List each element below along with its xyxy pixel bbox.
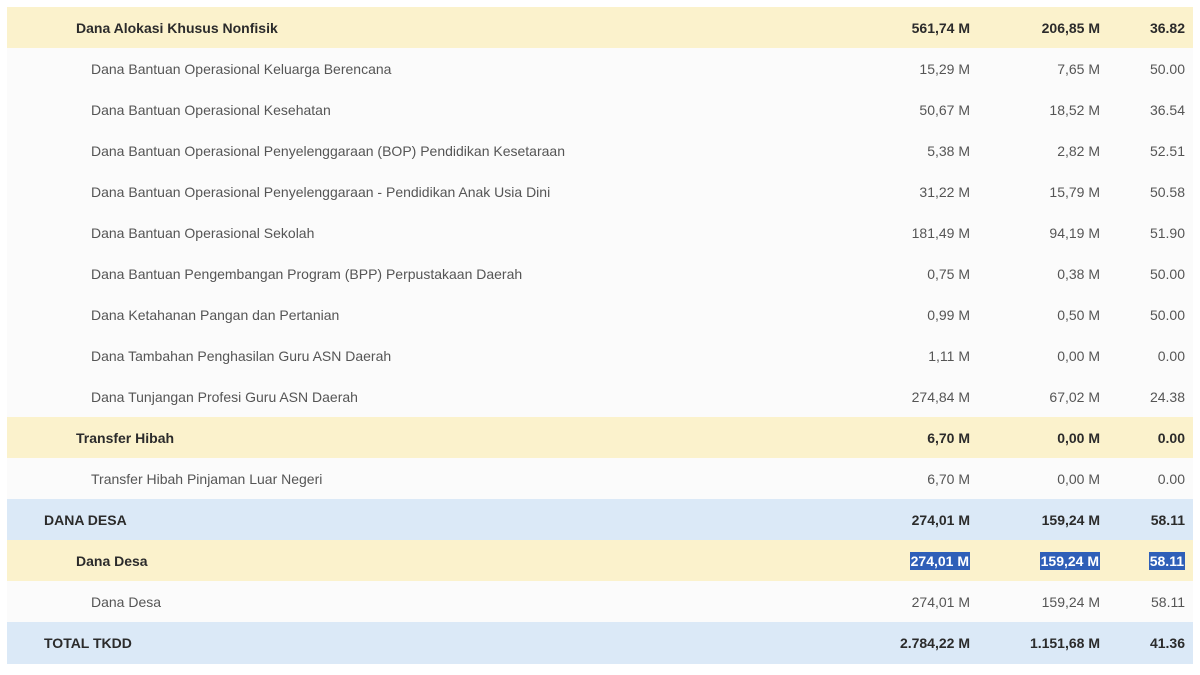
- table-row[interactable]: Dana Desa 274,01 M 159,24 M 58.11: [7, 540, 1193, 581]
- row-pagu: 181,49 M: [911, 224, 970, 241]
- row-pagu: 1,11 M: [928, 347, 970, 364]
- table-row[interactable]: Dana Tambahan Penghasilan Guru ASN Daera…: [7, 335, 1193, 376]
- row-pagu: 0,99 M: [927, 306, 970, 323]
- table-row[interactable]: Transfer Hibah Pinjaman Luar Negeri 6,70…: [7, 458, 1193, 499]
- row-persen: 58.11: [1151, 593, 1185, 610]
- row-realisasi: 0,00 M: [1057, 347, 1100, 364]
- row-persen: 36.54: [1149, 101, 1185, 118]
- table-row[interactable]: Dana Tunjangan Profesi Guru ASN Daerah 2…: [7, 376, 1193, 417]
- row-persen: 50.58: [1149, 183, 1185, 200]
- table-row[interactable]: Dana Bantuan Operasional Kesehatan 50,67…: [7, 89, 1193, 130]
- row-persen: 58.11: [1150, 511, 1185, 528]
- row-name: Dana Bantuan Operasional Penyelenggaraan…: [91, 183, 551, 200]
- row-name: DANA DESA: [44, 511, 127, 528]
- table-row[interactable]: Dana Desa 274,01 M 159,24 M 58.11: [7, 581, 1193, 622]
- table-row[interactable]: Dana Bantuan Operasional Keluarga Berenc…: [7, 48, 1193, 89]
- row-persen: 41.36: [1149, 635, 1185, 651]
- row-persen: 0.00: [1157, 347, 1185, 364]
- row-pagu: 274,01 M: [911, 511, 970, 528]
- row-realisasi: 0,38 M: [1057, 265, 1100, 282]
- row-realisasi: 18,52 M: [1049, 101, 1100, 118]
- row-realisasi: 67,02 M: [1049, 388, 1100, 405]
- row-realisasi: 159,24 M: [1041, 593, 1100, 610]
- row-pagu: 31,22 M: [919, 183, 970, 200]
- row-realisasi: 159,24 M: [1041, 511, 1100, 528]
- row-pagu: 6,70 M: [927, 429, 970, 446]
- row-persen: 51.90: [1149, 224, 1185, 241]
- row-name: Dana Alokasi Khusus Nonfisik: [76, 19, 278, 36]
- row-name: Dana Bantuan Pengembangan Program (BPP) …: [91, 265, 523, 282]
- row-persen: 24.38: [1149, 388, 1185, 405]
- tkdd-table: Dana Alokasi Khusus Nonfisik 561,74 M 20…: [7, 7, 1193, 664]
- row-pagu: 6,70 M: [927, 470, 970, 487]
- row-realisasi: 15,79 M: [1049, 183, 1100, 200]
- row-name: Transfer Hibah: [76, 429, 175, 446]
- table-row[interactable]: Dana Bantuan Pengembangan Program (BPP) …: [7, 253, 1193, 294]
- row-name: Dana Bantuan Operasional Keluarga Berenc…: [91, 60, 392, 77]
- row-persen: 52.51: [1149, 142, 1185, 159]
- row-persen: 50.00: [1149, 306, 1185, 323]
- row-pagu: 5,38 M: [927, 142, 970, 159]
- table-row[interactable]: DANA DESA 274,01 M 159,24 M 58.11: [7, 499, 1193, 540]
- row-persen: 0.00: [1157, 470, 1185, 487]
- row-name: Dana Desa: [91, 593, 162, 610]
- table-row[interactable]: Dana Alokasi Khusus Nonfisik 561,74 M 20…: [7, 7, 1193, 48]
- table-row[interactable]: Transfer Hibah 6,70 M 0,00 M 0.00: [7, 417, 1193, 458]
- row-persen: 36.82: [1149, 19, 1185, 36]
- table-row[interactable]: TOTAL TKDD 2.784,22 M 1.151,68 M 41.36: [7, 622, 1193, 664]
- row-pagu: 561,74 M: [911, 19, 970, 36]
- row-persen-cell: 58.11: [1105, 540, 1185, 581]
- row-persen: 50.00: [1149, 265, 1185, 282]
- row-pagu: 2.784,22 M: [899, 635, 970, 651]
- row-name: TOTAL TKDD: [44, 635, 132, 651]
- row-name: Dana Bantuan Operasional Kesehatan: [91, 101, 331, 118]
- row-name: Dana Desa: [76, 552, 148, 569]
- table-row[interactable]: Dana Bantuan Operasional Penyelenggaraan…: [7, 130, 1193, 171]
- row-realisasi: 94,19 M: [1049, 224, 1100, 241]
- row-persen: 50.00: [1149, 60, 1185, 77]
- row-realisasi: 0,00 M: [1057, 429, 1100, 446]
- row-pagu-selected[interactable]: 274,01 M: [909, 551, 970, 570]
- row-realisasi: 206,85 M: [1041, 19, 1100, 36]
- row-name: Dana Bantuan Operasional Sekolah: [91, 224, 315, 241]
- row-realisasi: 7,65 M: [1057, 60, 1100, 77]
- table-row[interactable]: Dana Bantuan Operasional Penyelenggaraan…: [7, 171, 1193, 212]
- row-name: Dana Bantuan Operasional Penyelenggaraan…: [91, 142, 565, 159]
- row-pagu-cell: 274,01 M: [770, 540, 970, 581]
- row-persen: 0.00: [1157, 429, 1185, 446]
- row-name: Dana Tunjangan Profesi Guru ASN Daerah: [91, 388, 358, 405]
- table-row[interactable]: Dana Bantuan Operasional Sekolah 181,49 …: [7, 212, 1193, 253]
- table-row[interactable]: Dana Ketahanan Pangan dan Pertanian 0,99…: [7, 294, 1193, 335]
- row-realisasi: 0,00 M: [1057, 470, 1100, 487]
- row-pagu: 274,01 M: [911, 593, 970, 610]
- row-realisasi-selected[interactable]: 159,24 M: [1039, 551, 1100, 570]
- row-name: Dana Tambahan Penghasilan Guru ASN Daera…: [91, 347, 392, 364]
- row-name: Dana Ketahanan Pangan dan Pertanian: [91, 306, 340, 323]
- row-pagu: 50,67 M: [919, 101, 970, 118]
- row-realisasi: 0,50 M: [1057, 306, 1100, 323]
- row-realisasi: 1.151,68 M: [1029, 635, 1100, 651]
- row-pagu: 15,29 M: [919, 60, 970, 77]
- row-pagu: 0,75 M: [927, 265, 970, 282]
- row-realisasi-cell: 159,24 M: [980, 540, 1100, 581]
- row-persen-selected[interactable]: 58.11: [1148, 551, 1185, 570]
- row-name: Transfer Hibah Pinjaman Luar Negeri: [91, 470, 323, 487]
- row-realisasi: 2,82 M: [1057, 142, 1100, 159]
- row-pagu: 274,84 M: [911, 388, 970, 405]
